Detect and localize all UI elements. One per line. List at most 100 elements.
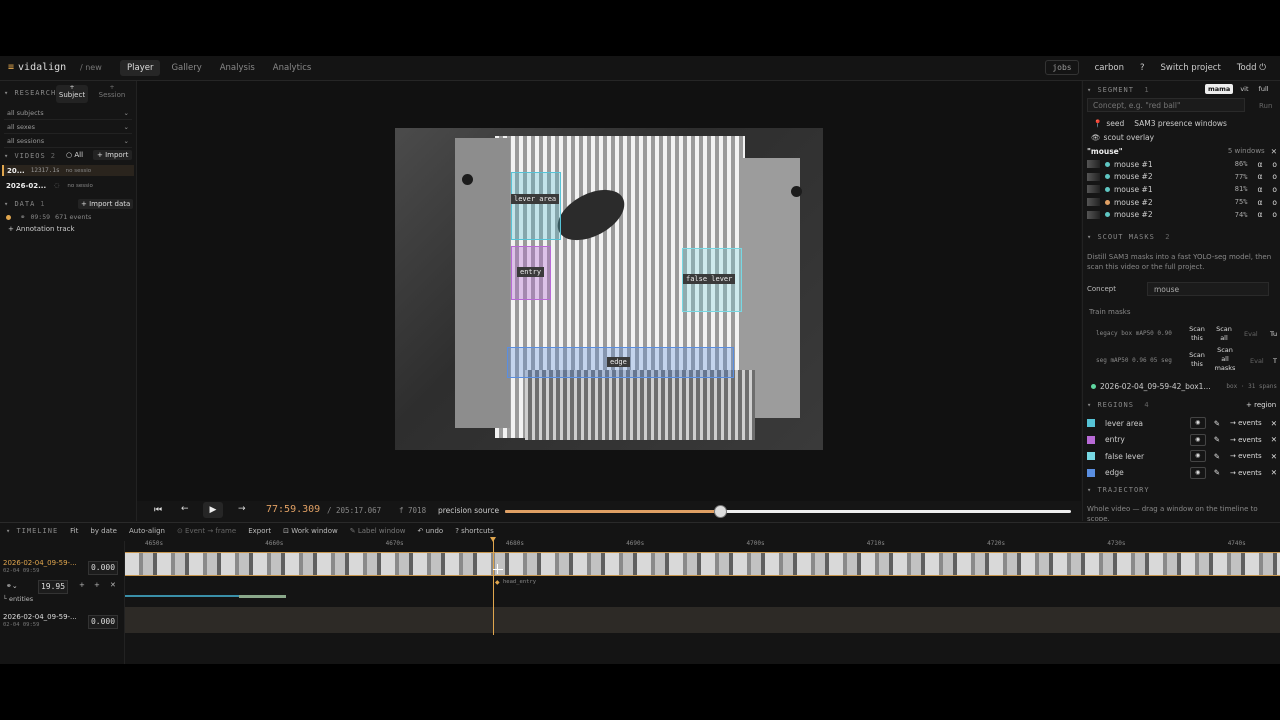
fit-button[interactable]: Fit: [70, 527, 78, 535]
tune-button[interactable]: T: [1273, 357, 1277, 365]
track-name[interactable]: 2026-02-04_09-59-...: [3, 559, 77, 567]
time-ruler[interactable]: 4650s 4660s 4670s 4680s 4690s 4700s 4710s 4720s…: [125, 539, 1280, 549]
eye-icon[interactable]: ◉: [1189, 433, 1206, 446]
seed-toggle[interactable]: seed: [1106, 119, 1124, 128]
delete-region-icon[interactable]: ✕: [1271, 452, 1277, 461]
visibility-toggle[interactable]: o: [1272, 198, 1277, 207]
region-row[interactable]: entry ◉ ✎ → events ✕: [1087, 433, 1277, 447]
timeline-playhead[interactable]: [490, 537, 496, 635]
segment-result-row[interactable]: mouse #1 81% α o: [1087, 183, 1277, 195]
video-item[interactable]: 2026-02... ◌ no sessio: [6, 180, 132, 191]
close-icon[interactable]: ✕: [1271, 147, 1277, 156]
import-video-button[interactable]: + Import: [93, 150, 133, 160]
visibility-toggle[interactable]: o: [1272, 160, 1277, 169]
pencil-icon[interactable]: ✎: [1214, 452, 1220, 461]
by-date-button[interactable]: by date: [90, 527, 117, 535]
video-frame[interactable]: lever area entry false lever edge: [395, 128, 823, 450]
increment-icon[interactable]: +: [79, 581, 85, 589]
region-to-events-button[interactable]: → events: [1230, 419, 1262, 427]
eval-button[interactable]: Eval: [1250, 357, 1264, 365]
scout-overlay-row[interactable]: 👁 scout overlay: [1087, 131, 1277, 143]
eye-icon[interactable]: ◉: [1189, 417, 1206, 429]
entity-span[interactable]: [125, 595, 239, 597]
event-frame-button[interactable]: ⊙ Event → frame: [177, 527, 236, 535]
delete-region-icon[interactable]: ✕: [1271, 419, 1277, 428]
step-forward-icon[interactable]: →: [238, 504, 246, 514]
work-window-button[interactable]: ⊡ Work window: [283, 527, 338, 535]
play-button[interactable]: ▶: [203, 502, 223, 518]
alpha-toggle[interactable]: α: [1257, 185, 1262, 194]
videos-header[interactable]: ▾ VIDEOS 2: [4, 152, 56, 160]
segment-result-row[interactable]: mouse #2 74% α o: [1087, 209, 1277, 221]
export-button[interactable]: Export: [248, 527, 271, 535]
add-icon[interactable]: +: [94, 581, 100, 589]
video-viewport[interactable]: lever area entry false lever edge: [137, 81, 1081, 501]
subject-filter[interactable]: all subjects ⌄: [4, 109, 132, 120]
user-menu[interactable]: Todd ⏻: [1237, 63, 1266, 73]
skip-start-icon[interactable]: ⏮: [154, 505, 162, 515]
scan-all-button[interactable]: Scan all: [1213, 325, 1235, 343]
trajectory-header[interactable]: ▾ TRAJECTORY: [1087, 486, 1150, 494]
app-logo[interactable]: ≡ vidalign: [8, 62, 66, 73]
alpha-toggle[interactable]: α: [1257, 210, 1262, 219]
research-header[interactable]: ▾ RESEARCH: [4, 89, 56, 97]
tab-gallery[interactable]: Gallery: [164, 60, 208, 76]
track-name[interactable]: 2026-02-04_09-59-...: [3, 613, 77, 621]
video-item[interactable]: 20... 12317.1s no sessio: [2, 165, 134, 176]
subject-tab[interactable]: + Subject: [56, 85, 88, 103]
second-video-track[interactable]: [125, 607, 1280, 633]
alpha-toggle[interactable]: α: [1257, 198, 1262, 207]
scan-this-button[interactable]: Scan this: [1187, 325, 1207, 343]
event-marker-icon[interactable]: ◆: [495, 579, 500, 586]
link-icon[interactable]: ⚭⌄: [6, 582, 18, 590]
seek-handle[interactable]: [714, 505, 728, 518]
regions-header[interactable]: ▾ REGIONS 4: [1087, 401, 1150, 409]
region-row[interactable]: false lever ◉ ✎ → events ✕: [1087, 449, 1277, 463]
source-mode[interactable]: precision source: [438, 506, 499, 515]
track-offset-input[interactable]: 0.000: [88, 561, 118, 575]
data-item[interactable]: ⚭ 09:59 671 events: [6, 213, 132, 221]
roi-lever-area[interactable]: [511, 172, 561, 240]
filmstrip-track[interactable]: [125, 552, 1280, 576]
entity-span[interactable]: [239, 595, 286, 598]
mode-full[interactable]: full: [1256, 84, 1272, 94]
scan-all-masks-button[interactable]: Scan all masks: [1213, 346, 1237, 373]
tune-button[interactable]: Tu: [1270, 330, 1277, 338]
carbon-button[interactable]: carbon: [1095, 63, 1124, 73]
jobs-button[interactable]: jobs: [1045, 60, 1079, 75]
session-filter[interactable]: all sessions ⌄: [4, 137, 132, 148]
visibility-toggle[interactable]: o: [1272, 185, 1277, 194]
entities-row[interactable]: └ entities: [3, 595, 33, 603]
alpha-toggle[interactable]: α: [1257, 172, 1262, 181]
videos-all-toggle[interactable]: ○ All: [66, 151, 83, 159]
fps-input[interactable]: 19.95: [38, 580, 68, 594]
region-row[interactable]: lever area ◉ ✎ → events ✕: [1087, 416, 1277, 430]
visibility-toggle[interactable]: o: [1272, 210, 1277, 219]
entity-track[interactable]: [125, 595, 1280, 599]
tab-player[interactable]: Player: [120, 60, 161, 76]
step-back-icon[interactable]: ←: [181, 504, 189, 514]
region-row[interactable]: edge ◉ ✎ → events ✕: [1087, 466, 1277, 480]
mode-vit[interactable]: vit: [1237, 84, 1251, 94]
region-to-events-button[interactable]: → events: [1230, 452, 1262, 460]
pencil-icon[interactable]: ✎: [1214, 419, 1220, 428]
eye-icon[interactable]: ◉: [1189, 466, 1206, 479]
seek-bar[interactable]: [505, 505, 1071, 518]
delete-region-icon[interactable]: ✕: [1271, 468, 1277, 477]
tab-analysis[interactable]: Analysis: [213, 60, 262, 76]
eval-button[interactable]: Eval: [1244, 330, 1258, 338]
visibility-toggle[interactable]: o: [1272, 172, 1277, 181]
run-button[interactable]: Run: [1259, 102, 1272, 110]
import-data-button[interactable]: + Import data: [78, 199, 134, 209]
annotation-track-button[interactable]: + Annotation track: [8, 225, 75, 233]
track-offset-input[interactable]: 0.000: [88, 615, 118, 629]
switch-project-button[interactable]: Switch project: [1161, 63, 1221, 73]
scout-concept-input[interactable]: mouse: [1147, 282, 1269, 296]
presence-windows-toggle[interactable]: SAM3 presence windows: [1134, 119, 1227, 128]
concept-input[interactable]: [1087, 98, 1245, 112]
segment-header[interactable]: ▾ SEGMENT 1: [1087, 86, 1150, 94]
label-window-button[interactable]: ✎ Label window: [350, 527, 406, 535]
timeline-header[interactable]: ▾ TIMELINE: [6, 527, 58, 535]
sex-filter[interactable]: all sexes ⌄: [4, 123, 132, 134]
auto-align-button[interactable]: Auto-align: [129, 527, 165, 535]
